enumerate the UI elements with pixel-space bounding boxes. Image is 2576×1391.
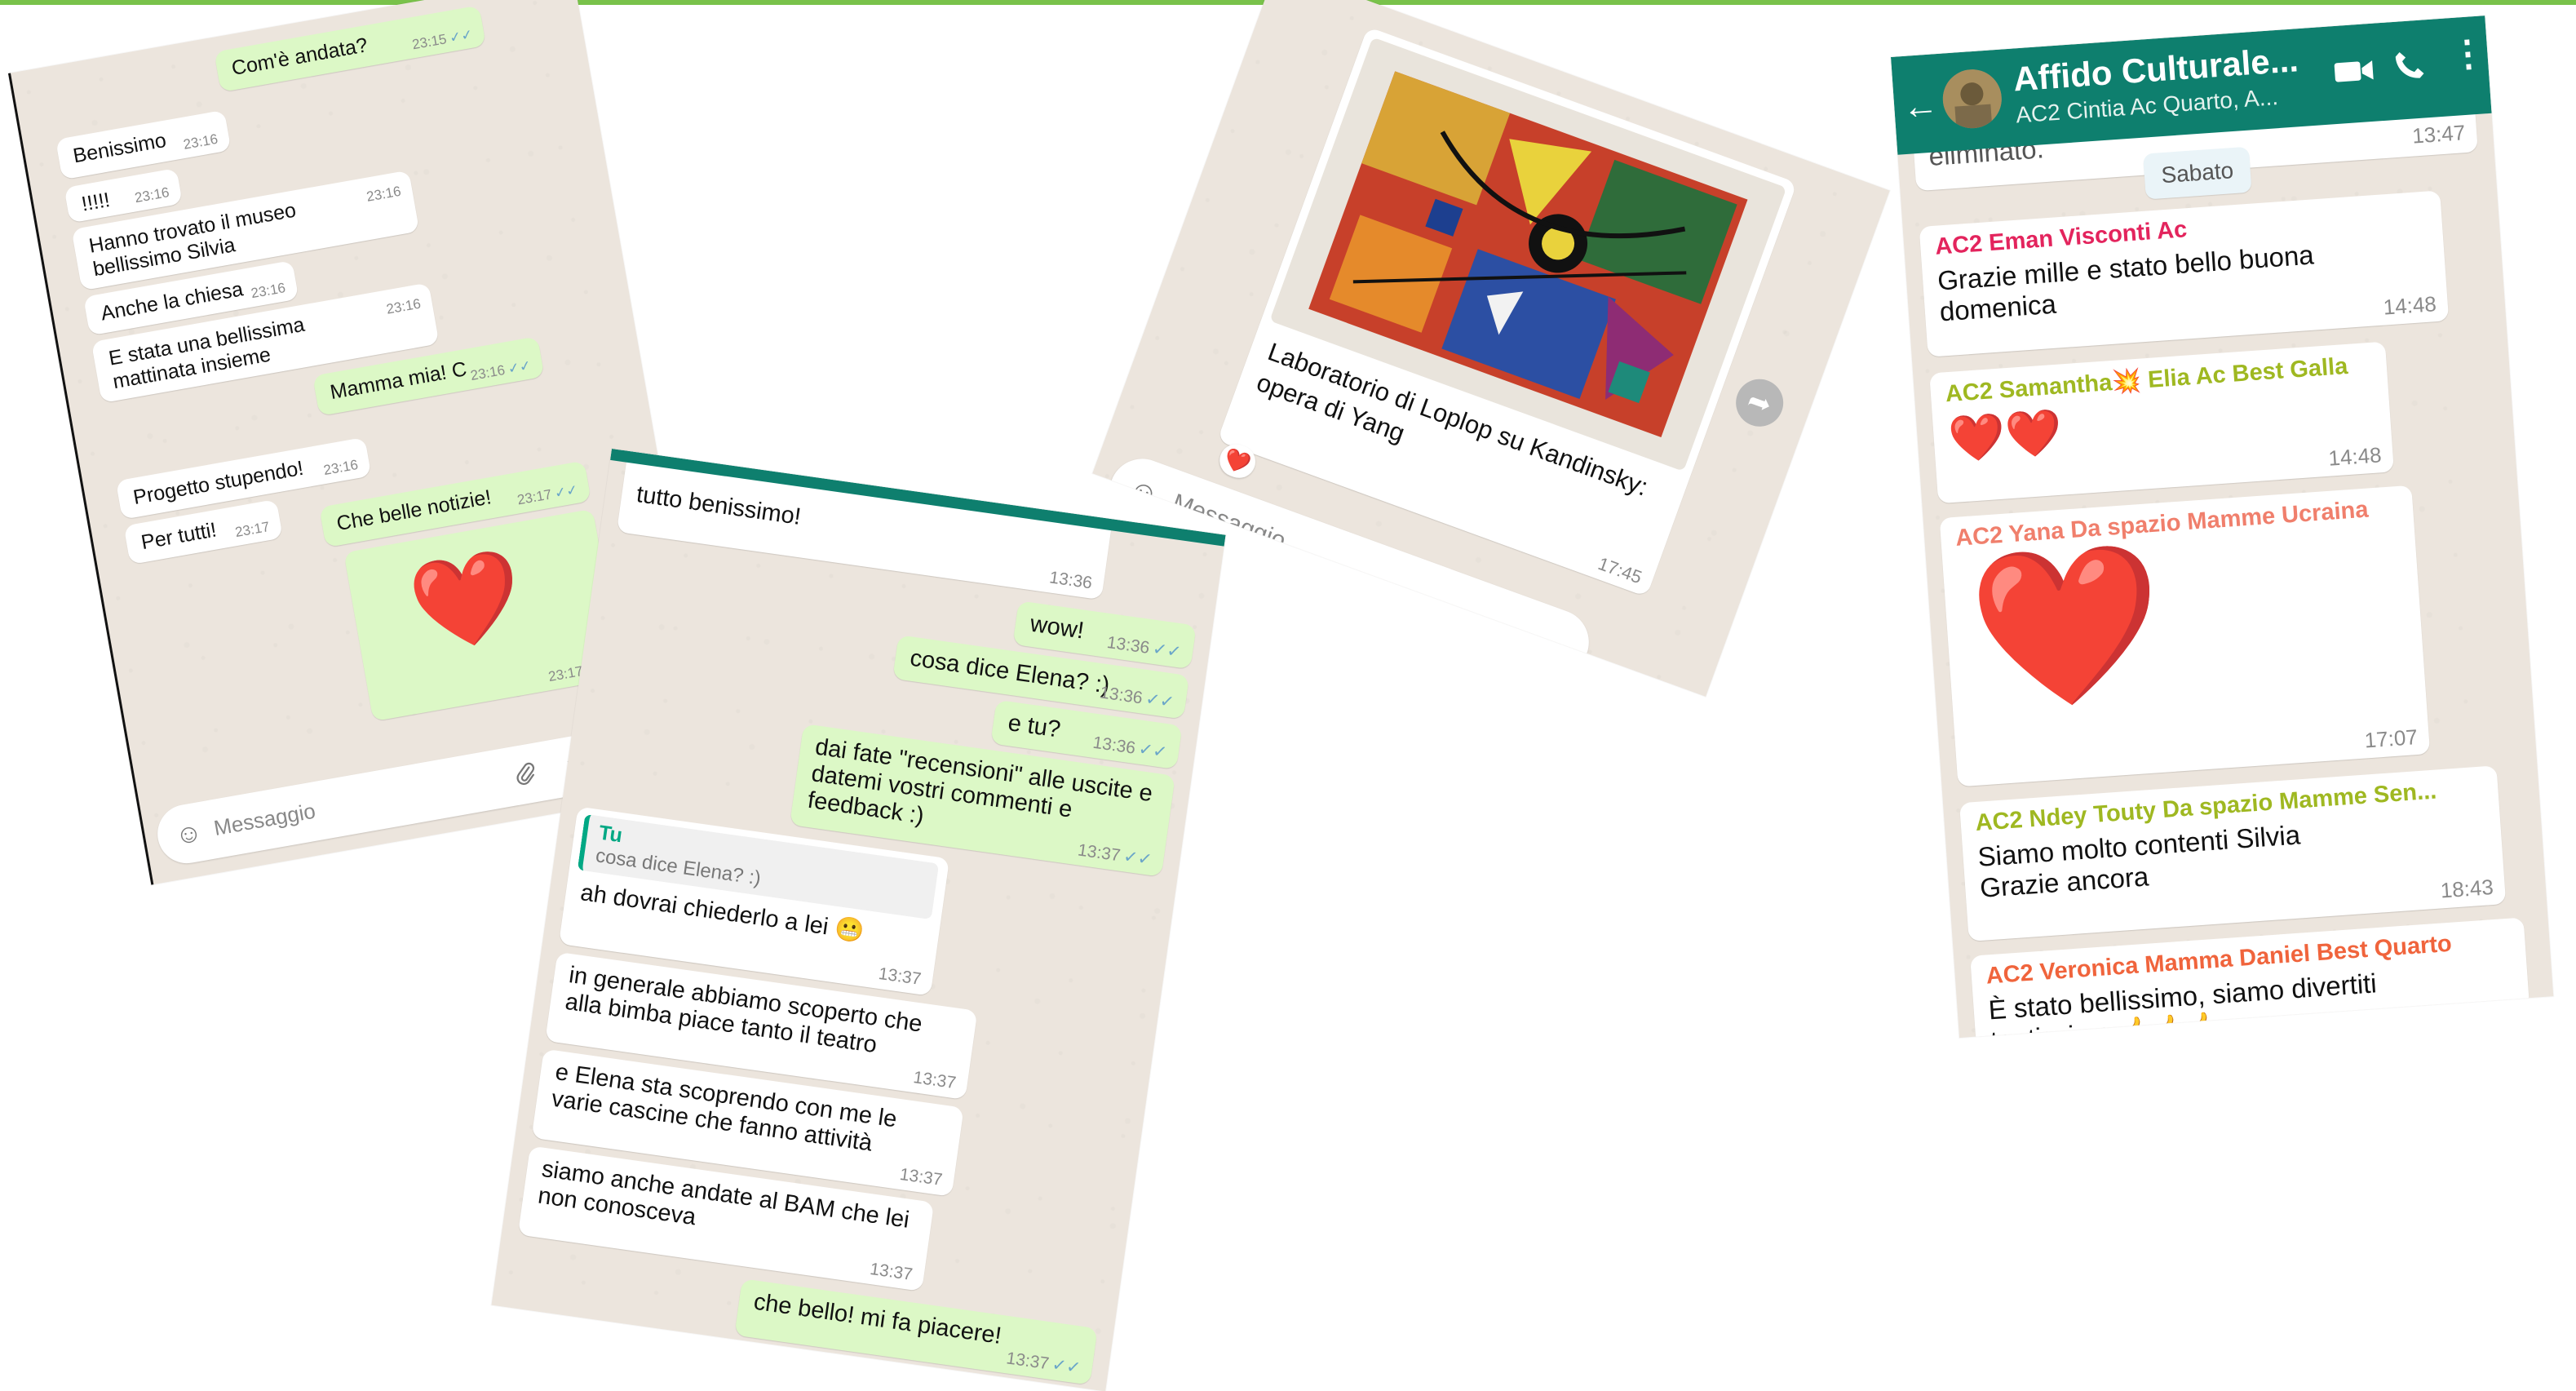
message-bubble: che bello! mi fa piacere! 13:37✓✓ <box>734 1278 1098 1385</box>
group-message: AC2 Yana Da spazio Mamme Ucraina ❤️ 17:0… <box>1939 485 2431 787</box>
message-bubble: Benissimo 23:16 <box>55 109 232 180</box>
read-ticks-icon: ✓✓ <box>1051 1355 1082 1378</box>
read-ticks-icon: ✓✓ <box>553 481 579 502</box>
group-message: AC2 Samantha💥 Elia Ac Best Galla ❤️❤️ 14… <box>1929 341 2394 504</box>
group-avatar[interactable] <box>1941 67 2004 131</box>
paperclip-icon[interactable] <box>509 757 543 791</box>
group-message: AC2 Ndey Touty Da spazio Mamme Sen... Si… <box>1959 765 2507 941</box>
more-vert-icon[interactable]: ⋮ <box>2449 33 2487 75</box>
video-call-icon[interactable] <box>2332 56 2375 91</box>
read-ticks-icon: ✓✓ <box>1144 689 1175 712</box>
heart-emoji: ❤️ <box>403 542 531 661</box>
read-ticks-icon: ✓✓ <box>448 26 474 47</box>
read-ticks-icon: ✓✓ <box>1151 639 1183 662</box>
emoji-icon[interactable]: ☺ <box>1123 471 1165 512</box>
read-ticks-icon: ✓✓ <box>507 357 533 377</box>
group-avatar-image <box>1941 67 2004 131</box>
message-time: 17:45 <box>1595 552 1645 588</box>
forward-button[interactable]: ➦ <box>1728 372 1790 433</box>
read-ticks-icon: ✓✓ <box>1137 739 1169 763</box>
forward-icon: ➦ <box>1743 383 1777 422</box>
group-message: AC2 Eman Visconti Ac Grazie mille e stat… <box>1919 190 2450 357</box>
message-bubble: Com'è andata? 23:15✓✓ <box>214 5 486 93</box>
back-arrow-icon[interactable]: ← <box>1901 85 1940 128</box>
phone-icon[interactable] <box>2391 47 2428 88</box>
read-ticks-icon: ✓✓ <box>1122 847 1153 870</box>
chat-screenshot-2: tutto benissimo! 13:36 wow! 13:36✓✓ cosa… <box>491 449 1226 1391</box>
emoji-icon[interactable]: ☺ <box>171 817 206 851</box>
heart-emoji: ❤️ <box>1964 534 2169 720</box>
image-message: Laboratorio di Loplop su Kandinsky: oper… <box>1217 26 1798 597</box>
composer-placeholder: Messaggio <box>211 798 317 840</box>
date-chip: Sabato <box>2143 146 2252 200</box>
chat-screenshot-4: ← Affido Culturale... AC2 Cintia Ac Quar… <box>1891 16 2554 1039</box>
